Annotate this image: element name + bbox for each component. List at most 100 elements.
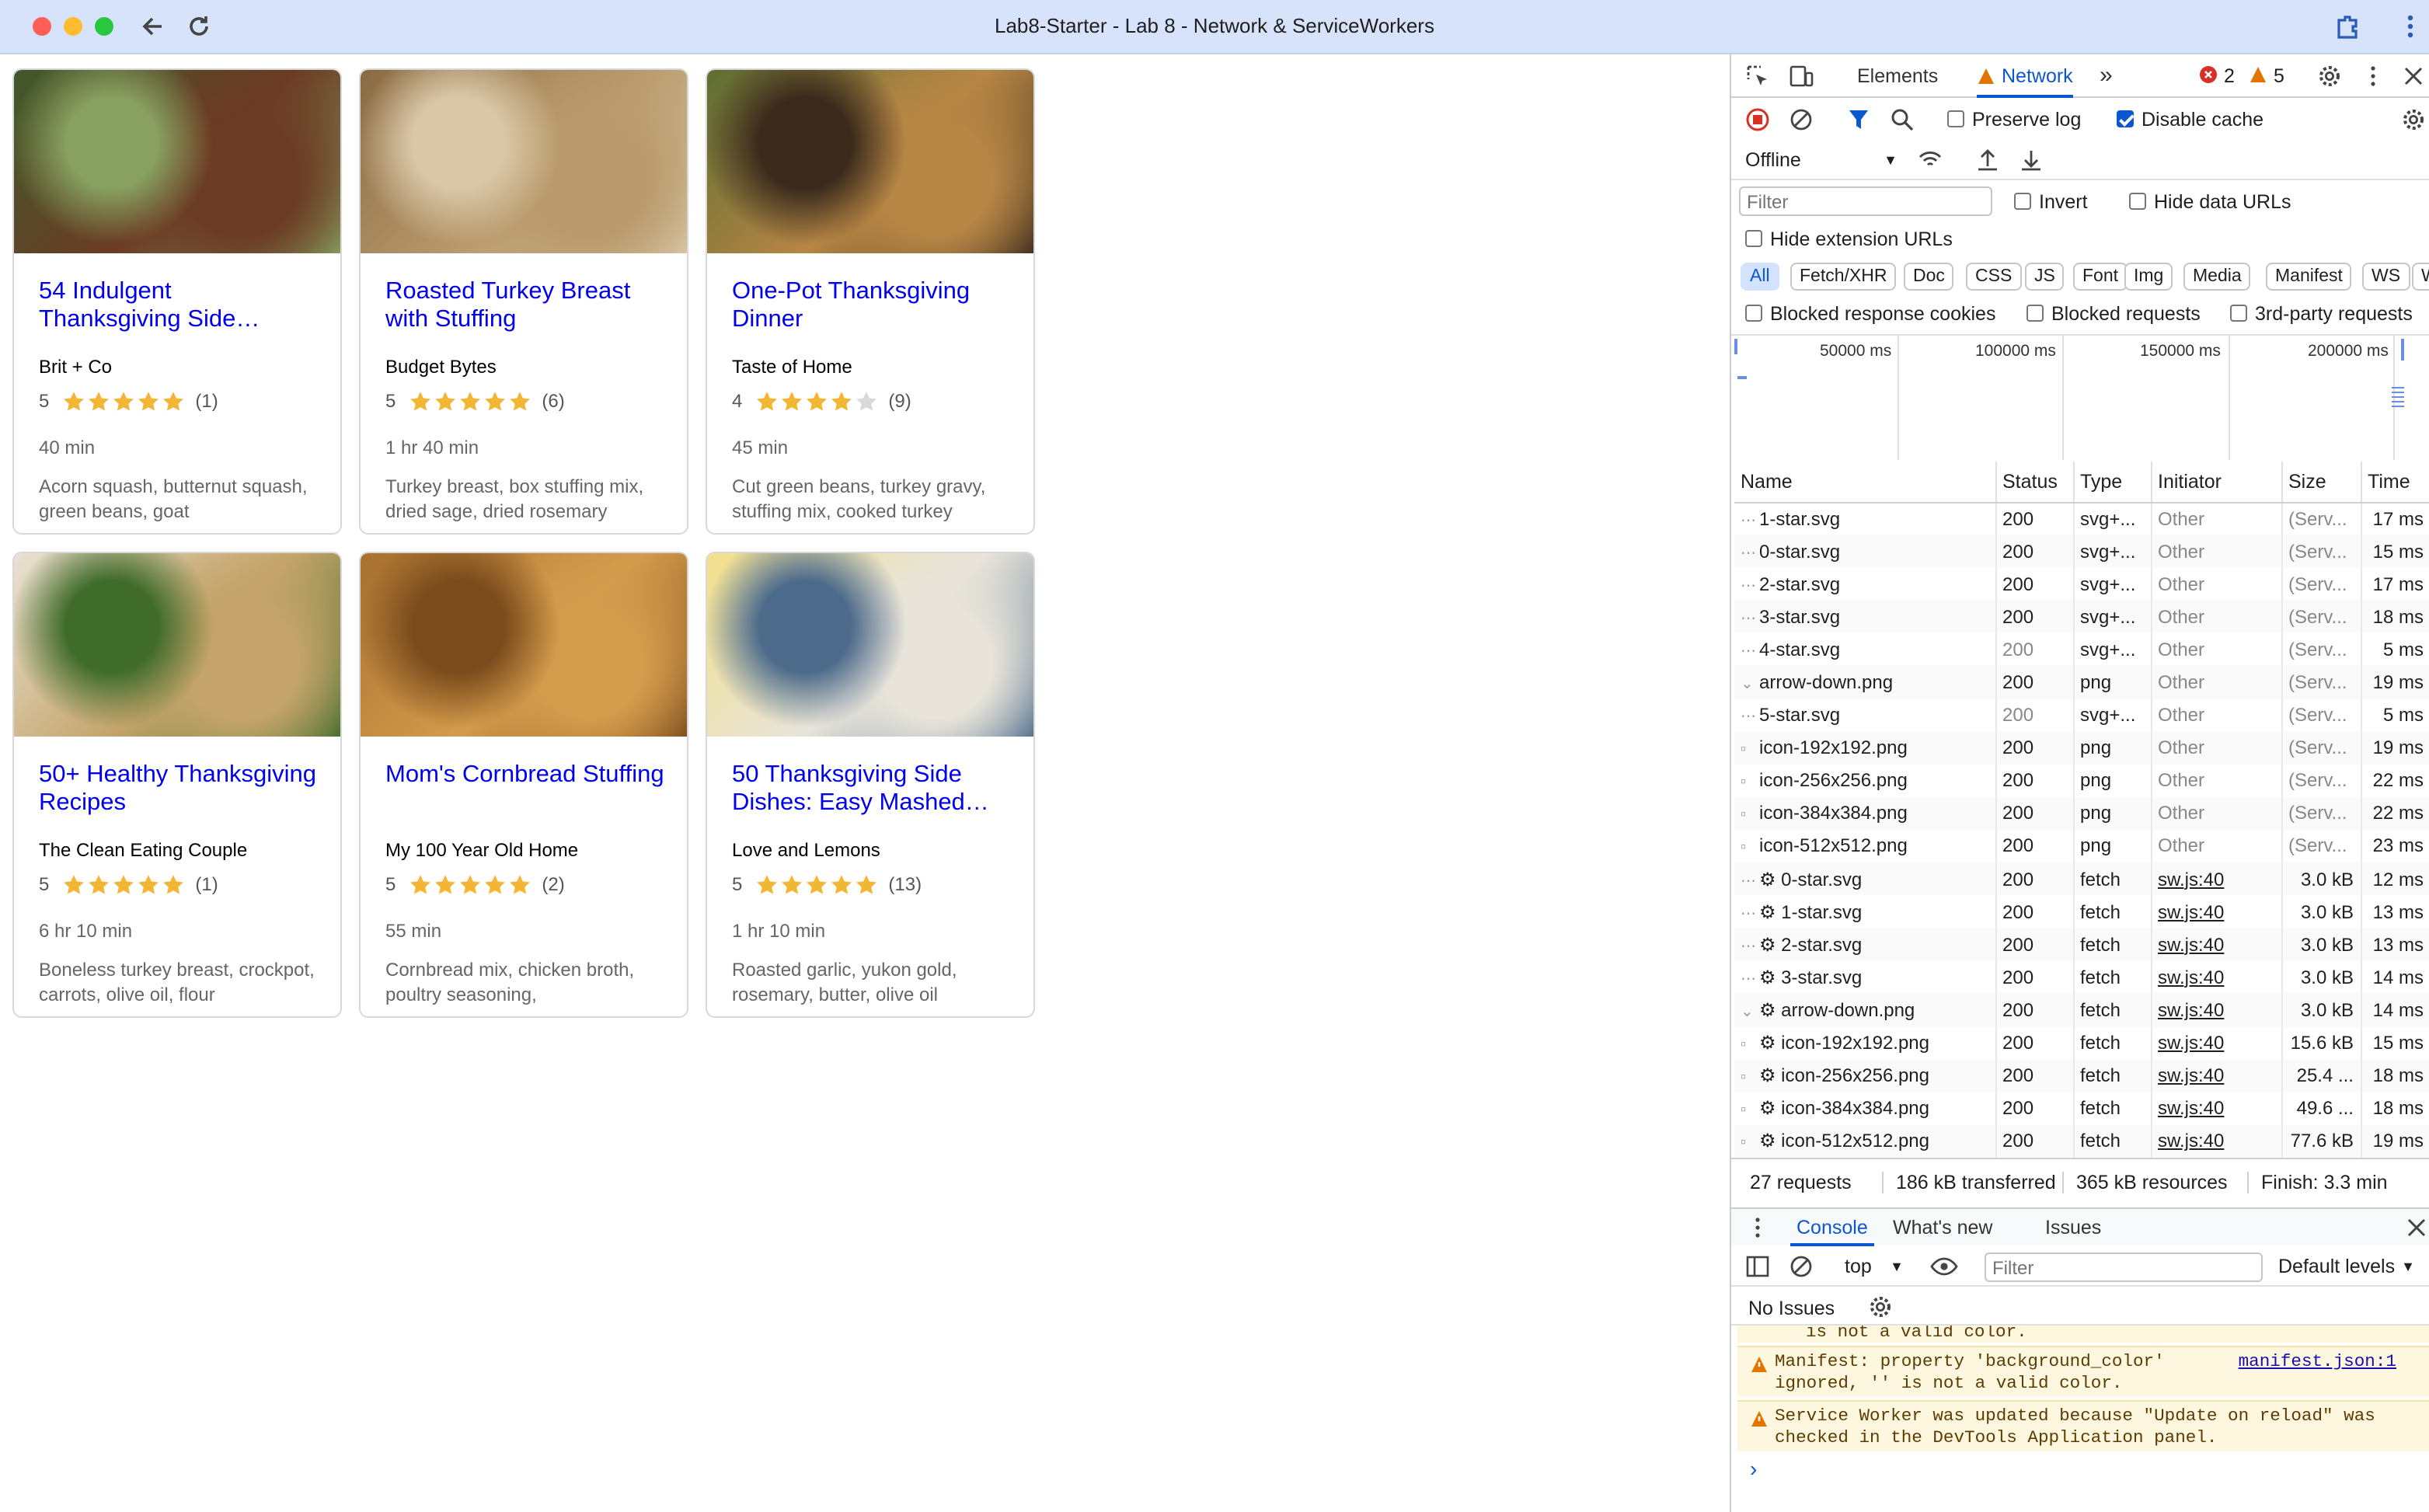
close-devtools-icon[interactable]	[2401, 64, 2426, 89]
error-icon[interactable]	[2199, 65, 2218, 84]
request-initiator[interactable]: sw.js:40	[2151, 1059, 2282, 1092]
type-filter-w[interactable]: W	[2412, 263, 2429, 291]
column-header-time[interactable]: Time	[2361, 462, 2429, 503]
request-row[interactable]: ⋯ ⚙ 3-star.svg 200 fetch sw.js:40 3.0 kB …	[1734, 960, 2429, 994]
clear-icon[interactable]	[1789, 107, 1814, 132]
request-name[interactable]: ▫ ⚙ icon-192x192.png	[1734, 1026, 1996, 1060]
sidebar-toggle-icon[interactable]	[1745, 1254, 1770, 1279]
recipe-title[interactable]: Mom's Cornbread Stuffing	[385, 761, 665, 789]
request-name[interactable]: ⋯ ⚙ 2-star.svg	[1734, 928, 1996, 961]
recipe-card[interactable]: One-Pot Thanksgiving Dinner Taste of Hom…	[706, 68, 1035, 535]
close-drawer-icon[interactable]	[2404, 1215, 2429, 1240]
request-name[interactable]: ⋯ 4-star.svg	[1734, 632, 1996, 666]
settings-gear-icon[interactable]	[2317, 64, 2342, 89]
blocked-requests-box[interactable]	[2026, 305, 2044, 322]
type-filter-all[interactable]: All	[1741, 263, 1779, 291]
request-row[interactable]: ⌄ arrow-down.png 200 png Other (Serv... 1…	[1734, 665, 2429, 699]
recipe-card[interactable]: 50 Thanksgiving Side Dishes: Easy Mashed…	[706, 552, 1035, 1018]
blocked-requests-checkbox[interactable]: Blocked requests	[2026, 303, 2201, 325]
request-row[interactable]: ⋯ ⚙ 2-star.svg 200 fetch sw.js:40 3.0 kB …	[1734, 928, 2429, 961]
recipe-card[interactable]: 54 Indulgent Thanksgiving Side… Brit + C…	[12, 68, 342, 535]
hide-ext-urls-box[interactable]	[1745, 230, 1762, 247]
column-header-name[interactable]: Name	[1734, 462, 1996, 503]
tab-whats-new[interactable]: What's new	[1893, 1209, 1992, 1246]
hide-ext-urls-checkbox[interactable]: Hide extension URLs	[1745, 228, 1953, 250]
filter-funnel-icon[interactable]	[1846, 107, 1871, 132]
disable-cache-box[interactable]	[2117, 110, 2134, 127]
request-initiator[interactable]: sw.js:40	[2151, 928, 2282, 961]
invert-checkbox[interactable]: Invert	[2014, 191, 2088, 213]
recipe-title[interactable]: 50 Thanksgiving Side Dishes: Easy Mashed…	[732, 761, 1012, 817]
export-har-icon[interactable]	[2019, 148, 2044, 172]
warning-icon[interactable]	[2249, 65, 2267, 84]
request-row[interactable]: ⋯ 4-star.svg 200 svg+... Other (Serv... 5…	[1734, 632, 2429, 666]
preserve-log-checkbox[interactable]: Preserve log	[1947, 109, 2081, 131]
search-icon[interactable]	[1890, 107, 1915, 132]
request-row[interactable]: ⋯ 1-star.svg 200 svg+... Other (Serv... 1…	[1734, 502, 2429, 535]
error-count[interactable]: 2	[2224, 65, 2235, 87]
blocked-cookies-box[interactable]	[1745, 305, 1762, 322]
type-filter-img[interactable]: Img	[2124, 263, 2173, 291]
recipe-card[interactable]: Roasted Turkey Breast with Stuffing Budg…	[359, 68, 688, 535]
warning-count[interactable]: 5	[2274, 65, 2284, 87]
tab-issues[interactable]: Issues	[2045, 1209, 2101, 1246]
type-filter-doc[interactable]: Doc	[1904, 263, 1954, 291]
wifi-settings-icon[interactable]	[1918, 148, 1943, 172]
tab-elements[interactable]: Elements	[1857, 54, 1938, 98]
eye-icon[interactable]	[1930, 1254, 1958, 1279]
request-row[interactable]: ⋯ 5-star.svg 200 svg+... Other (Serv... 5…	[1734, 699, 2429, 732]
console-filter-input[interactable]	[1985, 1252, 2263, 1282]
request-name[interactable]: ⋯ 3-star.svg	[1734, 600, 1996, 633]
request-row[interactable]: ▫ icon-256x256.png 200 png Other (Serv...…	[1734, 764, 2429, 797]
request-initiator[interactable]: sw.js:40	[2151, 1124, 2282, 1158]
recipe-card[interactable]: 50+ Healthy Thanksgiving Recipes The Cle…	[12, 552, 342, 1018]
type-filter-css[interactable]: CSS	[1966, 263, 2022, 291]
request-name[interactable]: ▫ icon-192x192.png	[1734, 731, 1996, 765]
request-name[interactable]: ⋯ 2-star.svg	[1734, 567, 1996, 601]
request-row[interactable]: ⋯ ⚙ 0-star.svg 200 fetch sw.js:40 3.0 kB …	[1734, 862, 2429, 896]
third-party-box[interactable]	[2230, 305, 2247, 322]
drawer-menu-icon[interactable]	[1745, 1215, 1770, 1240]
request-name[interactable]: ⌄ ⚙ arrow-down.png	[1734, 993, 1996, 1026]
request-name[interactable]: ⌄ arrow-down.png	[1734, 665, 1996, 699]
third-party-checkbox[interactable]: 3rd-party requests	[2230, 303, 2413, 325]
request-name[interactable]: ▫ ⚙ icon-256x256.png	[1734, 1059, 1996, 1092]
recipe-title[interactable]: One-Pot Thanksgiving Dinner	[732, 278, 1012, 334]
request-name[interactable]: ▫ ⚙ icon-512x512.png	[1734, 1124, 1996, 1158]
request-initiator[interactable]: sw.js:40	[2151, 862, 2282, 896]
column-header-size[interactable]: Size	[2281, 462, 2361, 503]
request-row[interactable]: ▫ ⚙ icon-512x512.png 200 fetch sw.js:40 7…	[1734, 1124, 2429, 1158]
request-initiator[interactable]: sw.js:40	[2151, 960, 2282, 994]
clear-console-icon[interactable]	[1789, 1254, 1814, 1279]
console-prompt[interactable]: ›	[1750, 1456, 1757, 1481]
record-stop-icon[interactable]	[1745, 107, 1770, 132]
inspect-element-icon[interactable]	[1745, 64, 1770, 89]
request-row[interactable]: ▫ icon-384x384.png 200 png Other (Serv...…	[1734, 796, 2429, 830]
request-row[interactable]: ▫ ⚙ icon-384x384.png 200 fetch sw.js:40 4…	[1734, 1092, 2429, 1125]
extensions-icon[interactable]	[2334, 12, 2362, 40]
column-header-status[interactable]: Status	[1995, 462, 2074, 503]
recipe-title[interactable]: 54 Indulgent Thanksgiving Side…	[39, 278, 319, 334]
recipe-card[interactable]: Mom's Cornbread Stuffing My 100 Year Old…	[359, 552, 688, 1018]
request-row[interactable]: ▫ icon-192x192.png 200 png Other (Serv...…	[1734, 731, 2429, 765]
request-name[interactable]: ▫ icon-384x384.png	[1734, 796, 1996, 830]
request-name[interactable]: ▫ icon-512x512.png	[1734, 829, 1996, 863]
tab-network[interactable]: Network	[1977, 54, 2073, 98]
request-initiator[interactable]: sw.js:40	[2151, 993, 2282, 1026]
request-name[interactable]: ⋯ 5-star.svg	[1734, 699, 1996, 732]
request-row[interactable]: ▫ icon-512x512.png 200 png Other (Serv...…	[1734, 829, 2429, 863]
context-select[interactable]: top ▼	[1845, 1256, 1904, 1277]
request-row[interactable]: ⌄ ⚙ arrow-down.png 200 fetch sw.js:40 3.0…	[1734, 993, 2429, 1026]
preserve-log-box[interactable]	[1947, 110, 1964, 127]
type-filter-media[interactable]: Media	[2183, 263, 2251, 291]
devtools-menu-icon[interactable]	[2361, 64, 2385, 89]
request-row[interactable]: ⋯ 3-star.svg 200 svg+... Other (Serv... 1…	[1734, 600, 2429, 633]
recipe-title[interactable]: 50+ Healthy Thanksgiving Recipes	[39, 761, 319, 817]
type-filter-font[interactable]: Font	[2073, 263, 2128, 291]
log-levels-select[interactable]: Default levels ▼	[2278, 1256, 2415, 1277]
console-source-link[interactable]: manifest.json:1	[2239, 1352, 2396, 1374]
invert-box[interactable]	[2014, 193, 2031, 210]
more-tabs-icon[interactable]: »	[2100, 54, 2113, 98]
request-row[interactable]: ⋯ ⚙ 1-star.svg 200 fetch sw.js:40 3.0 kB …	[1734, 895, 2429, 928]
request-name[interactable]: ▫ icon-256x256.png	[1734, 764, 1996, 797]
